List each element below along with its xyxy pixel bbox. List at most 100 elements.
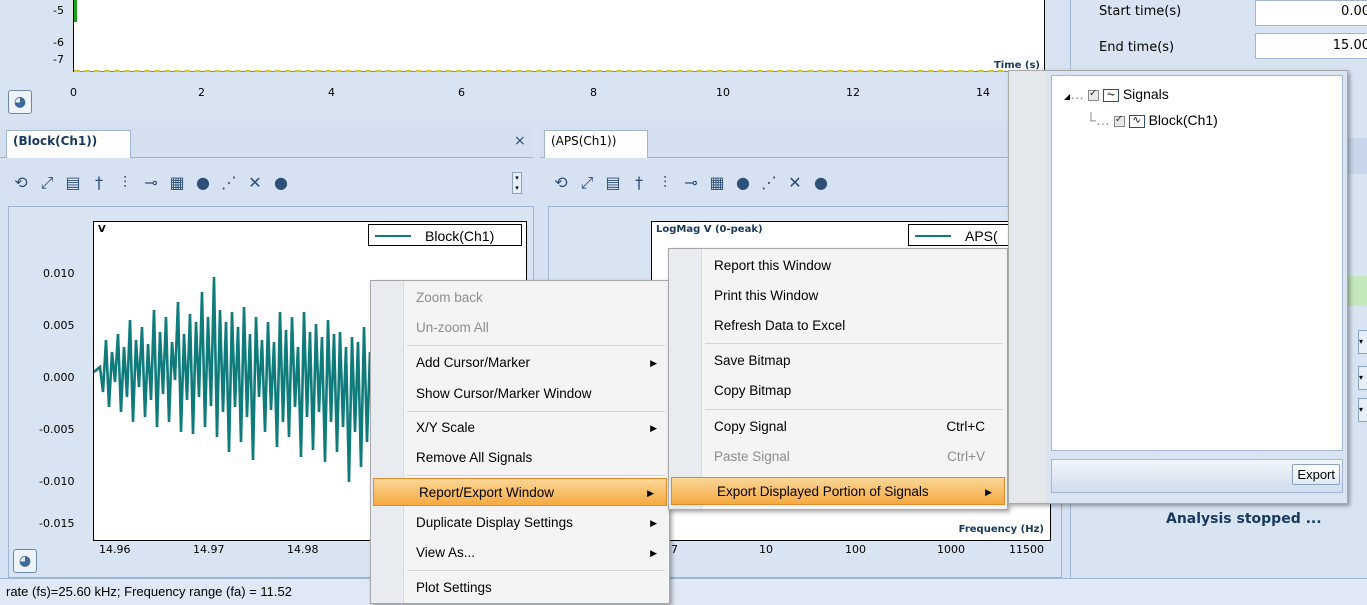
block-checkbox[interactable] bbox=[1113, 114, 1125, 127]
context-menu: Zoom back Un-zoom All Add Cursor/Marker ▶… bbox=[370, 280, 670, 604]
scatter-icon[interactable]: ⋰ bbox=[220, 174, 238, 192]
menu-item-view-as[interactable]: View As... ▶ bbox=[371, 539, 669, 567]
left-x-tick: 14.97 bbox=[193, 543, 225, 556]
comment-icon[interactable]: ● bbox=[812, 174, 830, 192]
clear-icon[interactable]: ✕ bbox=[246, 174, 264, 192]
menu-item-zoom-back[interactable]: Zoom back bbox=[371, 284, 669, 312]
menu-item-remove-all-signals[interactable]: Remove All Signals bbox=[371, 444, 669, 472]
right-x-tick: 7 bbox=[671, 543, 678, 556]
top-x-tick: 4 bbox=[328, 86, 335, 99]
scatter-icon[interactable]: ⋰ bbox=[760, 174, 778, 192]
dropdown-button[interactable]: ▾ bbox=[1358, 398, 1367, 422]
menu-item-show-cursor-window[interactable]: Show Cursor/Marker Window bbox=[371, 380, 669, 408]
left-x-tick: 14.96 bbox=[99, 543, 131, 556]
top-plot-area: Time (s) bbox=[73, 0, 1045, 72]
submenu-item-report-window[interactable]: Report this Window bbox=[669, 252, 1007, 280]
block-signal-trace bbox=[94, 276, 372, 483]
submenu-item-copy-bitmap[interactable]: Copy Bitmap bbox=[669, 377, 1007, 405]
menu-item-xy-scale[interactable]: X/Y Scale ▶ bbox=[371, 414, 669, 442]
pin-icon[interactable]: ● bbox=[194, 174, 212, 192]
toolbar-overflow-button[interactable]: ▾ ▾ bbox=[512, 172, 522, 194]
menu-item-add-cursor-marker[interactable]: Add Cursor/Marker ▶ bbox=[371, 349, 669, 377]
signals-tree-icon: ⏦ bbox=[1102, 88, 1119, 102]
submenu-item-export-displayed-signals[interactable]: Export Displayed Portion of Signals ▶ bbox=[671, 477, 1005, 505]
delete-icon[interactable]: ▦ bbox=[708, 174, 726, 192]
submenu-arrow-icon: ▶ bbox=[985, 487, 992, 497]
status-text: rate (fs)=25.60 kHz; Frequency range (fa… bbox=[6, 584, 292, 599]
cursor-icon[interactable]: † bbox=[90, 174, 108, 192]
marker-icon[interactable]: ⫶ bbox=[656, 174, 674, 192]
start-time-field[interactable]: 0.00 bbox=[1255, 0, 1367, 26]
end-time-field[interactable]: 15.00 bbox=[1255, 33, 1367, 59]
menu-item-duplicate-display-settings[interactable]: Duplicate Display Settings ▶ bbox=[371, 509, 669, 537]
pin-icon[interactable]: ● bbox=[734, 174, 752, 192]
comment-icon[interactable]: ● bbox=[272, 174, 290, 192]
table-icon[interactable]: ▤ bbox=[64, 174, 82, 192]
top-x-tick: 0 bbox=[70, 86, 77, 99]
palette-icon[interactable]: ◕ bbox=[13, 549, 37, 573]
submenu-arrow-icon: ▶ bbox=[650, 358, 657, 368]
tree-node-block[interactable]: └… ∿ Block(Ch1) bbox=[1086, 112, 1218, 128]
tree-node-signals[interactable]: ◢… ⏦ Signals bbox=[1064, 86, 1169, 102]
palette-icon[interactable]: ◕ bbox=[8, 90, 32, 114]
right-x-tick: 10 bbox=[759, 543, 773, 556]
submenu-item-print-window[interactable]: Print this Window bbox=[669, 282, 1007, 310]
close-icon[interactable]: × bbox=[514, 133, 526, 149]
top-plot-panel: Time (s) -5 -6 -7 0 2 4 6 8 10 12 14 ◕ bbox=[0, 0, 1062, 120]
start-time-value: 0.00 bbox=[1341, 4, 1367, 19]
dropdown-button[interactable]: ▾ bbox=[1358, 366, 1367, 390]
legend-swatch bbox=[915, 235, 951, 237]
line-marker-icon[interactable]: ⊸ bbox=[142, 174, 160, 192]
submenu-item-paste-signal[interactable]: Paste Signal Ctrl+V bbox=[669, 443, 1007, 471]
zoom-icon[interactable]: ⟲ bbox=[552, 174, 570, 192]
right-x-tick: 11500 bbox=[1009, 543, 1044, 556]
dropdown-button[interactable]: ▾ bbox=[1358, 330, 1367, 354]
marker-icon[interactable]: ⫶ bbox=[116, 174, 134, 192]
menu-item-report-export-window[interactable]: Report/Export Window ▶ bbox=[373, 478, 667, 506]
export-button[interactable]: Export bbox=[1292, 464, 1340, 485]
shortcut-label: Ctrl+C bbox=[946, 419, 985, 434]
report-export-submenu: Report this Window Print this Window Ref… bbox=[668, 248, 1008, 510]
y-unit-label: LogMag V (0-peak) bbox=[656, 224, 763, 235]
right-x-tick: 100 bbox=[845, 543, 866, 556]
analysis-status: Analysis stopped ... bbox=[1166, 511, 1322, 527]
submenu-item-refresh-excel[interactable]: Refresh Data to Excel bbox=[669, 312, 1007, 340]
line-marker-icon[interactable]: ⊸ bbox=[682, 174, 700, 192]
tab-aps[interactable]: (APS(Ch1)) bbox=[544, 130, 648, 158]
cursor-icon[interactable]: † bbox=[630, 174, 648, 192]
submenu-arrow-icon: ▶ bbox=[650, 423, 657, 433]
left-y-tick: 0.005 bbox=[43, 319, 75, 332]
menu-item-unzoom-all[interactable]: Un-zoom All bbox=[371, 314, 669, 342]
end-time-label: End time(s) bbox=[1099, 40, 1175, 55]
table-icon[interactable]: ▤ bbox=[604, 174, 622, 192]
shortcut-label: Ctrl+V bbox=[947, 449, 985, 464]
left-y-tick: -0.005 bbox=[39, 423, 75, 436]
top-y-tick: -7 bbox=[53, 53, 64, 66]
tab-block[interactable]: (Block(Ch1)) bbox=[6, 130, 131, 158]
tree-child-label: Block(Ch1) bbox=[1148, 112, 1218, 128]
end-time-value: 15.00 bbox=[1332, 38, 1367, 53]
left-toolbar: ⟲ ⤢ ▤ † ⫶ ⊸ ▦ ● ⋰ ✕ ● bbox=[12, 174, 298, 192]
panel-left-strip bbox=[1009, 71, 1047, 503]
left-y-tick: 0.000 bbox=[43, 371, 75, 384]
submenu-item-save-bitmap[interactable]: Save Bitmap bbox=[669, 347, 1007, 375]
zoom-icon[interactable]: ⟲ bbox=[12, 174, 30, 192]
clear-icon[interactable]: ✕ bbox=[786, 174, 804, 192]
delete-icon[interactable]: ▦ bbox=[168, 174, 186, 192]
export-signals-panel: ◢… ⏦ Signals └… ∿ Block(Ch1) Export bbox=[1008, 70, 1348, 504]
top-plot-dashed-line bbox=[74, 70, 1044, 72]
fit-icon[interactable]: ⤢ bbox=[38, 174, 56, 192]
legend-swatch bbox=[375, 235, 411, 237]
signal-tree: ◢… ⏦ Signals └… ∿ Block(Ch1) bbox=[1051, 75, 1343, 451]
fit-icon[interactable]: ⤢ bbox=[578, 174, 596, 192]
top-y-tick: -6 bbox=[53, 36, 64, 49]
tab-aps-label: (APS(Ch1)) bbox=[551, 134, 617, 148]
tree-root-label: Signals bbox=[1122, 86, 1169, 102]
menu-item-plot-settings[interactable]: Plot Settings bbox=[371, 574, 669, 602]
right-toolbar: ⟲ ⤢ ▤ † ⫶ ⊸ ▦ ● ⋰ ✕ ● bbox=[552, 174, 838, 192]
tab-block-label: (Block(Ch1)) bbox=[13, 134, 98, 148]
submenu-item-copy-signal[interactable]: Copy Signal Ctrl+C bbox=[669, 413, 1007, 441]
submenu-arrow-icon: ▶ bbox=[650, 518, 657, 528]
signals-checkbox[interactable] bbox=[1088, 88, 1100, 101]
left-x-tick: 14.98 bbox=[287, 543, 319, 556]
